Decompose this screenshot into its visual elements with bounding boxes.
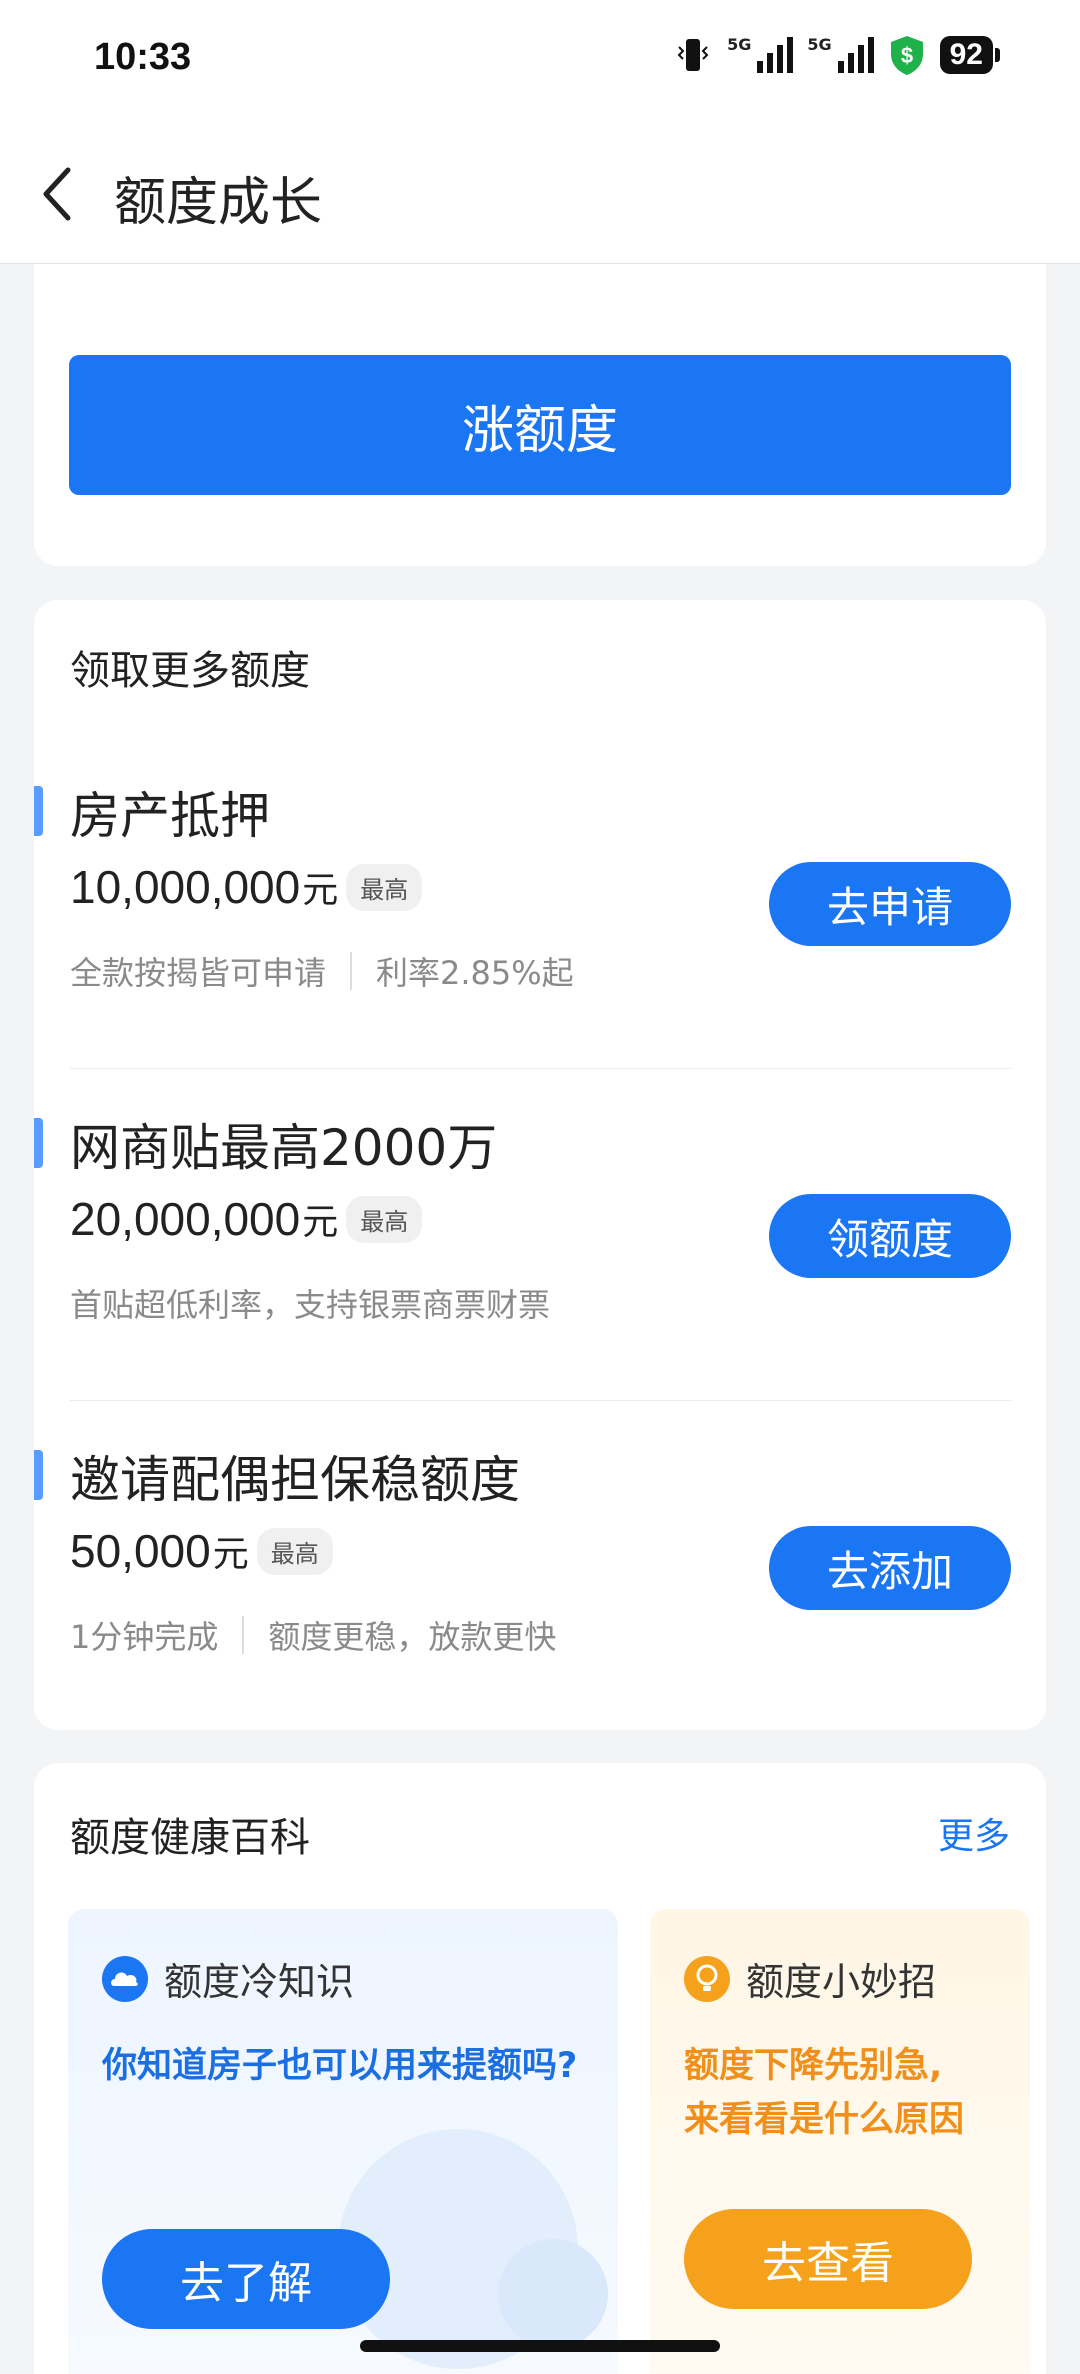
tile-header-label: 额度小妙招 (746, 1960, 937, 2004)
wiki-title: 额度健康百科 (70, 1815, 310, 1861)
desc-text-1: 全款按揭皆可申请 (70, 954, 327, 992)
item-amount: 10,000,000 元 最高 (70, 860, 423, 914)
apply-button[interactable]: 去申请 (769, 862, 1011, 946)
vibrate-icon (677, 39, 709, 71)
divider (70, 1068, 1011, 1069)
tile-question-line-1: 额度下降先别急, (684, 2046, 943, 2086)
amount-value: 10,000,000 (70, 861, 301, 913)
cloud-bulb-icon (102, 1955, 148, 2002)
home-indicator[interactable] (360, 2340, 720, 2352)
max-tag: 最高 (346, 1195, 423, 1243)
desc-separator (350, 952, 353, 990)
item-title: 网商贴最高2000万 (70, 1119, 498, 1177)
desc-text-2: 利率2.85%起 (376, 954, 574, 992)
raise-quota-card: 涨额度 (34, 264, 1046, 566)
signal-label-2: 5G (807, 35, 832, 54)
amount-unit: 元 (302, 1202, 339, 1243)
tile-question-line-2: 来看看是什么原因 (684, 2100, 965, 2140)
add-spouse-button[interactable]: 去添加 (769, 1526, 1011, 1610)
learn-more-button[interactable]: 去了解 (102, 2229, 390, 2329)
nav-bar: 额度成长 (0, 120, 1080, 264)
item-amount: 50,000 元 最高 (70, 1524, 333, 1578)
item-desc: 首贴超低利率，支持银票商票财票 (70, 1280, 550, 1326)
item-accent-bar (34, 786, 43, 836)
tile-question: 额度下降先别急, 来看看是什么原因 (684, 2039, 964, 2147)
signal-strength-1-icon: 5G (727, 35, 794, 73)
signal-label-1: 5G (727, 35, 752, 54)
divider (70, 1400, 1011, 1401)
decorative-coin-bg (498, 2239, 608, 2349)
tile-question: 你知道房子也可以用来提额吗? (102, 2046, 578, 2086)
signal-strength-2-icon: 5G (807, 35, 874, 73)
status-icons: 5G 5G $ 92 (673, 34, 1000, 76)
tile-header: 额度冷知识 (102, 1951, 354, 2006)
more-quota-title: 领取更多额度 (70, 648, 310, 694)
item-title: 邀请配偶担保稳额度 (70, 1451, 520, 1509)
tile-header: 额度小妙招 (684, 1951, 936, 2006)
lightbulb-icon (684, 1955, 730, 2002)
max-tag: 最高 (256, 1527, 333, 1575)
item-amount: 20,000,000 元 最高 (70, 1192, 423, 1246)
page-title: 额度成长 (114, 173, 323, 233)
item-title: 房产抵押 (70, 787, 270, 845)
item-accent-bar (34, 1450, 43, 1500)
check-button[interactable]: 去查看 (684, 2209, 972, 2309)
desc-text-1: 1分钟完成 (70, 1618, 219, 1656)
wiki-tile-tips[interactable]: 额度小妙招 额度下降先别急, 来看看是什么原因 去查看 (650, 1909, 1030, 2374)
back-arrow-icon[interactable] (36, 162, 76, 226)
security-shield-icon: $ (890, 36, 923, 75)
item-desc: 1分钟完成 额度更稳，放款更快 (70, 1612, 556, 1658)
more-quota-card: 领取更多额度 房产抵押 10,000,000 元 最高 全款按揭皆可申请 利率2… (34, 600, 1046, 1730)
get-quota-button[interactable]: 领额度 (769, 1194, 1011, 1278)
desc-separator (242, 1616, 245, 1654)
max-tag: 最高 (346, 863, 423, 911)
status-time: 10:33 (94, 36, 192, 78)
desc-text-1: 首贴超低利率，支持银票商票财票 (70, 1286, 551, 1324)
amount-value: 50,000 (70, 1525, 211, 1577)
more-link[interactable]: 更多 (938, 1807, 1010, 1859)
amount-unit: 元 (302, 870, 339, 911)
item-desc: 全款按揭皆可申请 利率2.85%起 (70, 948, 574, 994)
tile-header-label: 额度冷知识 (164, 1960, 355, 2004)
amount-value: 20,000,000 (70, 1193, 301, 1245)
raise-quota-button[interactable]: 涨额度 (69, 355, 1011, 495)
battery-icon (995, 48, 1000, 62)
desc-text-2: 额度更稳，放款更快 (268, 1618, 557, 1656)
wiki-tile-knowledge[interactable]: 额度冷知识 你知道房子也可以用来提额吗? 去了解 (68, 1909, 618, 2374)
quota-wiki-card: 额度健康百科 更多 额度冷知识 你知道房子也可以用来提额吗? 去了解 额度小妙招… (34, 1763, 1046, 2374)
item-accent-bar (34, 1118, 43, 1168)
battery-level: 92 (939, 36, 993, 74)
status-bar: 10:33 5G 5G $ 92 (0, 0, 1080, 120)
amount-unit: 元 (212, 1534, 249, 1575)
svg-text:$: $ (901, 43, 913, 68)
